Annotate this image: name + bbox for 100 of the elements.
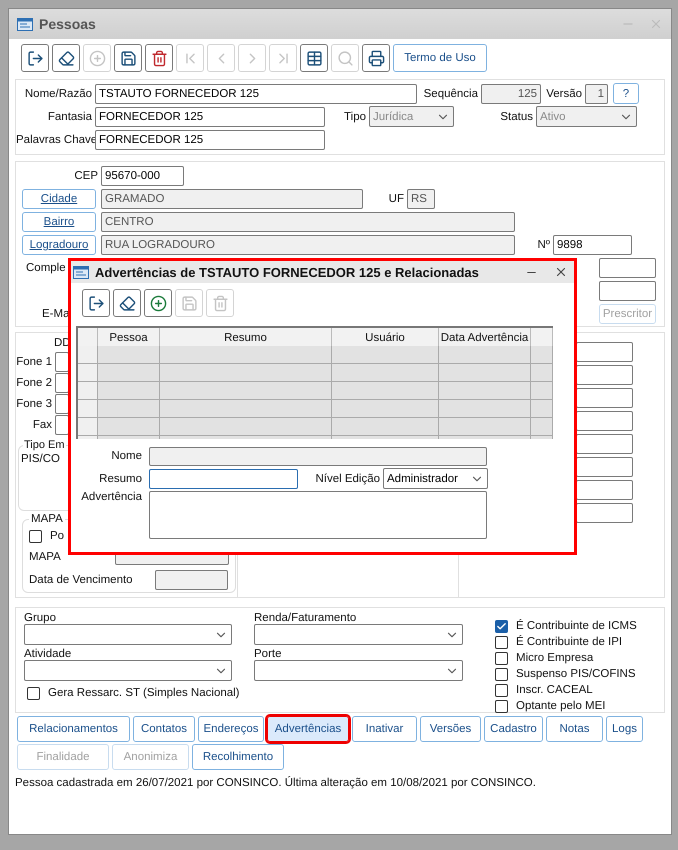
- window-icon: [73, 266, 89, 278]
- action-button[interactable]: Advertências: [267, 716, 349, 742]
- checkbox[interactable]: Optante pelo MEI: [495, 698, 643, 714]
- table-cell: [531, 400, 553, 418]
- delete-button[interactable]: [145, 44, 173, 72]
- action-button[interactable]: Endereços: [198, 716, 264, 742]
- exit-button[interactable]: [82, 289, 110, 317]
- action-button[interactable]: Relacionamentos: [17, 716, 130, 742]
- field-label: Versão: [545, 88, 583, 100]
- window-title: Pessoas: [39, 16, 97, 32]
- add-button[interactable]: [144, 289, 172, 317]
- city-button[interactable]: Cidade: [22, 189, 96, 209]
- eraser-button[interactable]: [113, 289, 141, 317]
- district-field[interactable]: CENTRO: [101, 212, 515, 232]
- table-cell: [531, 364, 553, 382]
- help-button[interactable]: ?: [613, 83, 639, 104]
- name-field[interactable]: TSTAUTO FORNECEDOR 125: [95, 84, 417, 104]
- field-label: Fone 1: [16, 356, 53, 368]
- table-cell: [531, 418, 553, 436]
- eraser-button[interactable]: [52, 44, 80, 72]
- check-icon: [496, 620, 507, 632]
- action-button[interactable]: Inativar: [352, 716, 417, 742]
- checkbox[interactable]: Inscr. CACEAL: [495, 682, 643, 698]
- phone-field[interactable]: [55, 352, 69, 372]
- checkbox[interactable]: Micro Empresa: [495, 650, 643, 666]
- eraser-icon: [118, 294, 136, 312]
- text-field[interactable]: [576, 342, 633, 362]
- field-label: Nome: [110, 450, 143, 462]
- column-header: Usuário: [332, 328, 439, 348]
- action-button[interactable]: Notas: [546, 716, 603, 742]
- field-label: Fone 2: [16, 376, 53, 388]
- due-date-field[interactable]: [155, 570, 228, 590]
- text-field[interactable]: [576, 365, 633, 385]
- revenue-dropdown[interactable]: [254, 624, 463, 645]
- status-text: Pessoa cadastrada em 26/07/2021 por CONSINCO. Última alteração em 10/08/2021 por CONSINCO.: [15, 777, 537, 789]
- size-dropdown[interactable]: [254, 660, 463, 681]
- table-cell: [98, 400, 160, 418]
- checkbox[interactable]: Po: [29, 527, 229, 545]
- name-field[interactable]: [149, 446, 487, 466]
- grid-button[interactable]: [300, 44, 328, 72]
- number-field[interactable]: 9898: [553, 235, 632, 255]
- text-field[interactable]: [576, 388, 633, 408]
- field-label: MAPA: [29, 551, 62, 563]
- checkbox[interactable]: É Contribuinte de ICMS: [495, 618, 643, 634]
- text-field[interactable]: [576, 457, 633, 477]
- group-title: Tipo Em: [23, 439, 66, 451]
- print-icon: [368, 50, 384, 66]
- field-label: Porte: [254, 648, 282, 660]
- summary-field[interactable]: [149, 468, 298, 488]
- text-field[interactable]: [576, 434, 633, 454]
- text-field[interactable]: [599, 258, 656, 278]
- trade-name-field[interactable]: FORNECEDOR 125: [95, 106, 325, 127]
- delete-icon: [150, 50, 168, 66]
- group-title: MAPA: [30, 513, 64, 525]
- table-cell: [98, 346, 160, 364]
- postal-code-field[interactable]: 95670-000: [101, 166, 184, 186]
- version-field[interactable]: 1: [585, 84, 608, 104]
- checkbox[interactable]: Suspenso PIS/COFINS: [495, 666, 643, 682]
- text-field[interactable]: [599, 281, 656, 301]
- action-button[interactable]: Logs: [606, 716, 643, 742]
- sequence-field[interactable]: 125: [481, 84, 541, 104]
- table-cell: [98, 364, 160, 382]
- phone-field[interactable]: [55, 372, 69, 392]
- field-label: Sequência: [422, 88, 479, 100]
- checkbox[interactable]: Gera Ressarc. ST (Simples Nacional): [27, 685, 243, 701]
- phone-field[interactable]: [55, 394, 69, 414]
- action-button[interactable]: Contatos: [133, 716, 195, 742]
- field-label: UF: [388, 193, 405, 205]
- close-icon[interactable]: [554, 265, 568, 279]
- save-button[interactable]: [114, 44, 142, 72]
- edit-level-dropdown[interactable]: Administrador: [383, 468, 488, 489]
- checkbox[interactable]: É Contribuinte de IPI: [495, 634, 643, 650]
- field-label: Nível Edição: [314, 472, 381, 484]
- field-label: Fax: [32, 418, 53, 430]
- warning-textarea[interactable]: [149, 491, 487, 539]
- city-field[interactable]: GRAMADO: [101, 189, 363, 209]
- action-button[interactable]: Recolhimento: [192, 744, 284, 770]
- street-button[interactable]: Logradouro: [22, 235, 96, 255]
- terms-button[interactable]: Termo de Uso: [393, 44, 487, 72]
- street-field[interactable]: RUA LOGRADOURO: [101, 235, 515, 255]
- text-field[interactable]: [576, 503, 633, 523]
- exit-button[interactable]: [21, 44, 49, 72]
- phone-field[interactable]: [55, 414, 69, 434]
- field-label: E-Ma: [42, 308, 70, 320]
- state-field[interactable]: RS: [407, 189, 435, 209]
- district-button[interactable]: Bairro: [22, 212, 96, 232]
- table-cell: [531, 346, 553, 364]
- field-label: Nº: [536, 239, 551, 251]
- group-dropdown[interactable]: [24, 624, 232, 645]
- save-icon: [120, 50, 136, 66]
- field-label: CEP: [73, 170, 99, 182]
- action-button[interactable]: Cadastro: [484, 716, 543, 742]
- activity-dropdown[interactable]: [24, 660, 232, 681]
- text-field[interactable]: [576, 411, 633, 431]
- keywords-field[interactable]: FORNECEDOR 125: [95, 130, 325, 150]
- grid-icon: [306, 50, 322, 66]
- action-button[interactable]: Versões: [420, 716, 481, 742]
- field-label: Advertência: [80, 491, 143, 503]
- print-button[interactable]: [362, 44, 390, 72]
- text-field[interactable]: [576, 480, 633, 500]
